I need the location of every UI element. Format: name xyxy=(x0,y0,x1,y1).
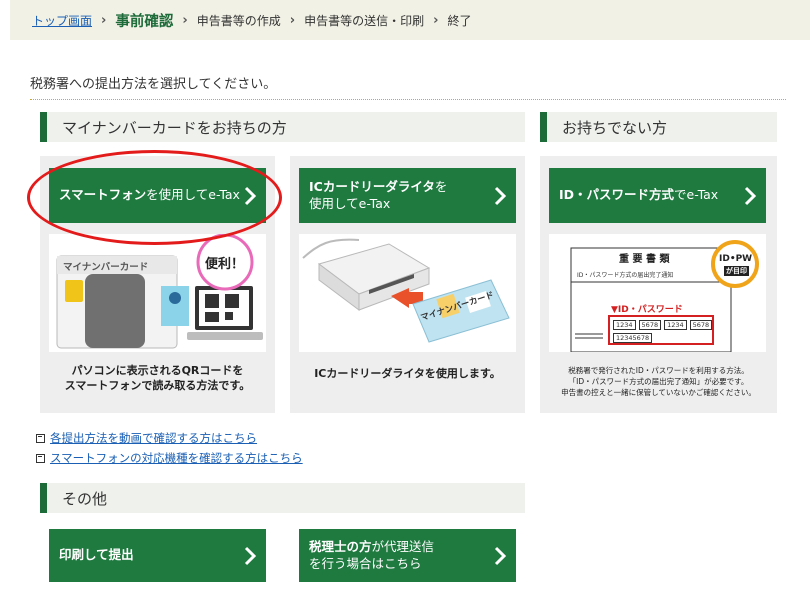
breadcrumb-step: 終了 xyxy=(447,13,472,28)
option-card-ic-reader: ICカードリーダライタを 使用してe-Tax マイナンバーカード ICカードリー… xyxy=(290,156,525,413)
id-password-description: 税務署で発行されたID・パスワードを利用する方法。 「ID・パスワード方式の届出… xyxy=(540,366,777,399)
button-label-bold: ICカードリーダライタ xyxy=(309,179,435,195)
breadcrumb-separator: › xyxy=(433,12,439,28)
print-submit-button[interactable]: 印刷して提出 xyxy=(49,529,266,582)
idpw-badge-top: ID•PW xyxy=(719,254,753,264)
doc-number: 1234 xyxy=(613,320,636,330)
doc-title: 重 要 書 類 xyxy=(619,254,670,265)
chevron-right-icon xyxy=(494,546,506,565)
doc-idpw-label: ▼ID・パスワード xyxy=(611,305,683,315)
description-line: 税務署で発行されたID・パスワードを利用する方法。 xyxy=(568,366,749,375)
breadcrumb: トップ画面 › 事前確認 › 申告書等の作成 › 申告書等の送信・印刷 › 終了 xyxy=(10,0,810,40)
section-header-no-card: お持ちでない方 xyxy=(540,112,777,142)
list-item: スマートフォンの対応機種を確認する方はこちら xyxy=(36,450,303,466)
description-line: 「ID・パスワード方式の届出完了通知」が必要です。 xyxy=(568,376,749,386)
ic-reader-etax-button[interactable]: ICカードリーダライタを 使用してe-Tax xyxy=(299,168,516,223)
window-icon xyxy=(36,433,45,443)
section-header-other: その他 xyxy=(40,483,525,513)
list-item: 各提出方法を動画で確認する方はこちら xyxy=(36,430,257,446)
button-label: を行う場合はこちら xyxy=(309,555,422,571)
breadcrumb-top-link[interactable]: トップ画面 xyxy=(32,12,92,29)
button-label: 使用してe-Tax xyxy=(309,195,391,211)
chevron-right-icon xyxy=(494,186,506,205)
page-instruction: 税務署への提出方法を選択してください。 xyxy=(30,77,277,92)
ic-reader-description: ICカードリーダライタを使用します。 xyxy=(314,367,501,380)
doc-id-numbers: 1234 5678 1234 5678 xyxy=(613,320,713,330)
convenient-bubble: 便利！ xyxy=(205,257,245,272)
doc-number: 1234 xyxy=(664,320,687,330)
doc-password-number: 12345678 xyxy=(613,333,653,343)
description-line: スマートフォンで読み取る方法です。 xyxy=(64,379,251,393)
section-header-mynumber: マイナンバーカードをお持ちの方 xyxy=(40,112,525,142)
chevron-right-icon xyxy=(744,186,756,205)
breadcrumb-current: 事前確認 xyxy=(115,13,174,30)
button-label-bold: ID・パスワード方式 xyxy=(559,187,675,203)
divider xyxy=(30,99,786,100)
doc-subtitle: ID・パスワード方式の届出完了通知 xyxy=(577,272,674,279)
doc-number: 5678 xyxy=(638,320,662,330)
breadcrumb-separator: › xyxy=(182,12,188,28)
button-label-bold: 印刷して提出 xyxy=(59,547,134,563)
supported-devices-link[interactable]: スマートフォンの対応機種を確認する方はこちら xyxy=(50,450,303,466)
chevron-right-icon xyxy=(244,546,256,565)
smartphone-description: パソコンに表示されるQRコードを スマートフォンで読み取る方法です。 xyxy=(40,363,275,394)
red-highlight-oval xyxy=(27,150,282,245)
id-password-etax-button[interactable]: ID・パスワード方式でe-Tax xyxy=(549,168,766,223)
button-label-bold: 税理士の方 xyxy=(309,539,372,555)
smartphone-illustration: マイナンバーカード 便利！ xyxy=(49,234,266,352)
button-label: が代理送信 xyxy=(371,539,435,555)
breadcrumb-separator: › xyxy=(289,12,296,28)
window-icon xyxy=(36,453,45,463)
button-label: を xyxy=(434,179,448,195)
option-card-id-password: ID・パスワード方式でe-Tax 重 要 書 類 ID・パスワード方式の届出完了… xyxy=(540,156,777,413)
description-line: 申告書の控えと一緒に保管していないかご確認ください。 xyxy=(561,387,756,397)
idpw-badge-bottom: が目印 xyxy=(724,266,749,276)
illustration-card-label: マイナンバーカード xyxy=(63,262,149,273)
tax-accountant-proxy-button[interactable]: 税理士の方が代理送信 を行う場合はこちら xyxy=(299,529,516,582)
breadcrumb-separator: › xyxy=(101,12,107,28)
ic-reader-illustration: マイナンバーカード xyxy=(299,234,516,352)
id-password-illustration: 重 要 書 類 ID・パスワード方式の届出完了通知 ID•PW が目印 ▼ID・… xyxy=(549,234,766,352)
breadcrumb-step: 申告書等の送信・印刷 xyxy=(304,13,425,28)
description-line: パソコンに表示されるQRコードを xyxy=(71,364,244,377)
doc-number: 5678 xyxy=(689,320,713,330)
video-guide-link[interactable]: 各提出方法を動画で確認する方はこちら xyxy=(50,430,257,446)
breadcrumb-step: 申告書等の作成 xyxy=(196,13,281,28)
button-label: でe-Tax xyxy=(674,187,719,203)
